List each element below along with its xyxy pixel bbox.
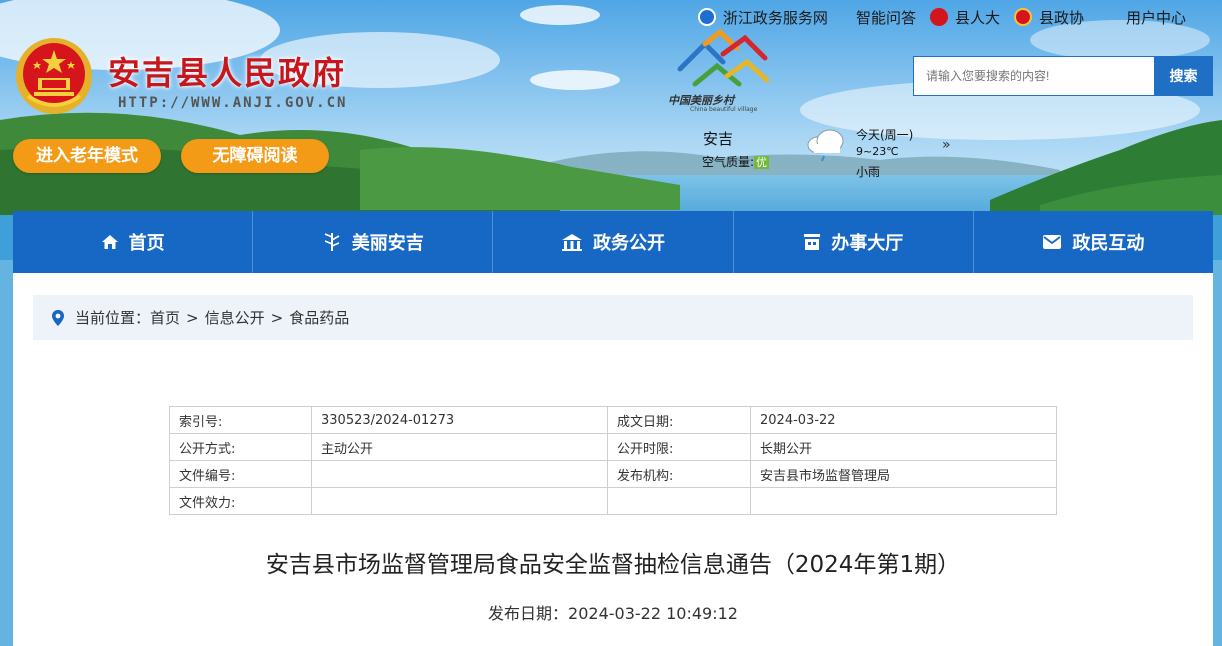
- weather-day: 今天(周一): [856, 128, 914, 142]
- air-quality-level: 优: [754, 156, 770, 169]
- weather-condition: 小雨: [856, 165, 881, 179]
- village-logo-english: China beautiful village: [690, 106, 758, 113]
- search-input[interactable]: [913, 56, 1154, 96]
- location-pin-icon: [51, 309, 65, 327]
- org-value: 安吉县市场监督管理局: [750, 460, 1057, 488]
- party-emblem-icon: [929, 8, 948, 26]
- docno-value: [311, 460, 608, 488]
- table-row: 文件效力:: [169, 487, 1057, 515]
- breadcrumb-home[interactable]: 首页: [150, 307, 180, 328]
- air-quality-label: 空气质量:: [702, 155, 755, 169]
- breadcrumb-separator: >: [270, 308, 284, 327]
- breadcrumb-separator: >: [186, 308, 199, 327]
- nav-item-interaction[interactable]: 政民互动: [974, 211, 1213, 273]
- site-url: HTTP://WWW.ANJI.GOV.CN: [118, 95, 348, 111]
- date-label: 成文日期:: [607, 406, 751, 434]
- smart-qa-link[interactable]: 智能问答: [856, 7, 916, 28]
- period-value: 长期公开: [750, 433, 1057, 461]
- mode-value: 主动公开: [311, 433, 608, 461]
- county-npc-link[interactable]: 县人大: [929, 7, 1000, 28]
- weather-temp: 9~23℃: [856, 145, 899, 158]
- accessible-reading-button[interactable]: 无障碍阅读: [181, 139, 329, 173]
- gov-building-icon: [561, 233, 583, 251]
- weather-city: 安吉: [703, 130, 734, 148]
- breadcrumb: 当前位置： 首页 > 信息公开 > 食品药品: [33, 295, 1193, 340]
- bamboo-icon: [322, 232, 342, 252]
- main-nav: 首页 美丽安吉 政务公开 办事大厅 政民互动: [13, 211, 1213, 273]
- user-center-link[interactable]: 用户中心: [1126, 7, 1186, 28]
- air-quality: 空气质量: 优: [702, 153, 770, 170]
- validity-label: 文件效力:: [169, 487, 312, 515]
- table-row: 公开方式: 主动公开 公开时限: 长期公开: [169, 433, 1057, 461]
- service-hall-icon: [803, 233, 821, 251]
- breadcrumb-prefix: 当前位置：: [75, 309, 151, 327]
- mode-label: 公开方式:: [169, 433, 312, 461]
- article-title: 安吉县市场监督管理局食品安全监督抽检信息通告（2024年第1期）: [265, 552, 961, 578]
- document-meta-table: 索引号: 330523/2024-01273 成文日期: 2024-03-22 …: [169, 406, 1057, 515]
- home-icon: [101, 234, 119, 250]
- cppcc-emblem-icon: [1013, 8, 1032, 26]
- empty-cell: [750, 487, 1057, 515]
- light-rain-icon: [804, 127, 846, 167]
- publish-date: 发布日期：2024-03-22 10:49:12: [488, 604, 738, 623]
- index-value: 330523/2024-01273: [311, 406, 608, 434]
- empty-cell: [607, 487, 751, 515]
- org-label: 发布机构:: [607, 460, 751, 488]
- table-row: 索引号: 330523/2024-01273 成文日期: 2024-03-22: [169, 406, 1057, 434]
- index-label: 索引号:: [169, 406, 312, 434]
- table-row: 文件编号: 发布机构: 安吉县市场监督管理局: [169, 460, 1057, 488]
- nav-item-home[interactable]: 首页: [13, 211, 254, 273]
- docno-label: 文件编号:: [169, 460, 312, 488]
- nav-item-beautiful-anji[interactable]: 美丽安吉: [253, 211, 494, 273]
- date-value: 2024-03-22: [750, 406, 1057, 434]
- validity-value: [311, 487, 608, 515]
- mail-icon: [1042, 234, 1062, 250]
- breadcrumb-info-public[interactable]: 信息公开: [205, 307, 265, 328]
- weather-more-icon[interactable]: »: [942, 137, 951, 153]
- period-label: 公开时限:: [607, 433, 751, 461]
- nav-item-service-hall[interactable]: 办事大厅: [734, 211, 974, 273]
- national-emblem-icon: [14, 36, 94, 116]
- nav-item-gov-affairs[interactable]: 政务公开: [493, 211, 734, 273]
- search-box: 搜索: [913, 56, 1213, 96]
- breadcrumb-food-drugs[interactable]: 食品药品: [289, 307, 349, 328]
- county-cppcc-link[interactable]: 县政协: [1013, 7, 1084, 28]
- site-title[interactable]: 安吉县人民政府: [108, 48, 346, 94]
- elder-mode-button[interactable]: 进入老年模式: [13, 139, 161, 173]
- search-button[interactable]: 搜索: [1154, 56, 1213, 96]
- main-content: 当前位置： 首页 > 信息公开 > 食品药品 索引号: 330523/2024-…: [13, 273, 1213, 646]
